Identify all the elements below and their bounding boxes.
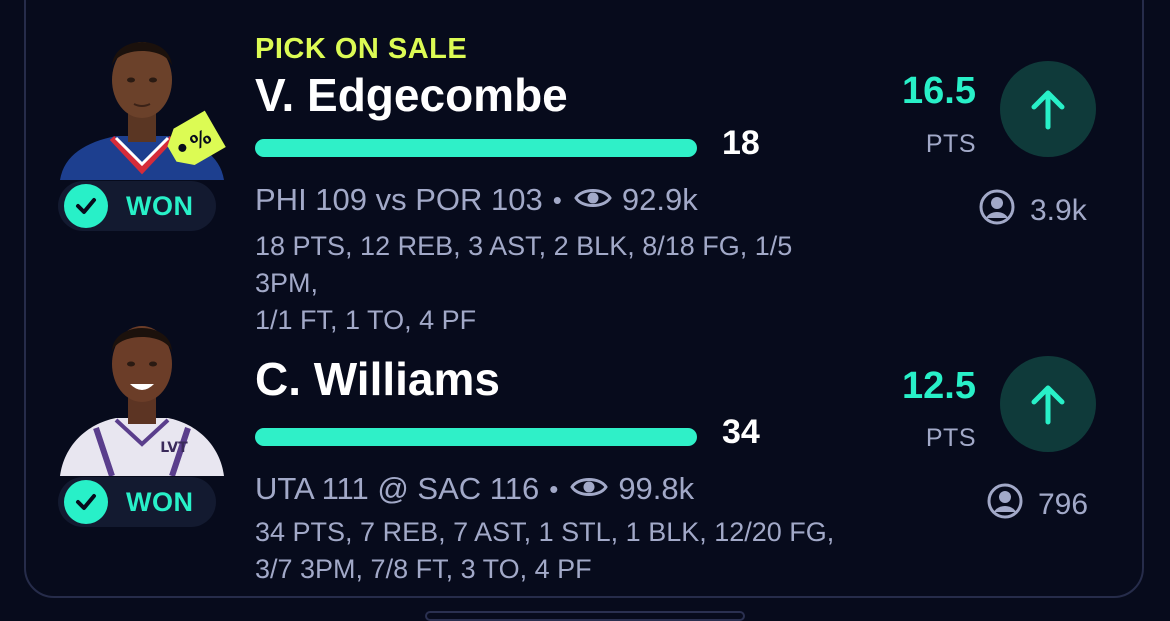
eye-icon bbox=[570, 471, 609, 507]
won-badge: WON bbox=[58, 477, 216, 527]
stat-line: 34 PTS, 7 REB, 7 AST, 1 STL, 1 BLK, 12/2… bbox=[255, 514, 855, 588]
separator-dot: • bbox=[549, 473, 559, 504]
picks-count: 796 bbox=[986, 482, 1088, 528]
picks-count-value: 796 bbox=[1038, 488, 1089, 521]
game-score: UTA 111 @ SAC 116 bbox=[255, 471, 540, 506]
actual-value: 34 bbox=[722, 413, 760, 451]
stat-line-2: 3/7 3PM, 7/8 FT, 3 TO, 4 PF bbox=[255, 554, 592, 584]
line-value: 12.5 bbox=[902, 365, 976, 407]
line-unit: PTS bbox=[925, 424, 976, 452]
game-info: UTA 111 @ SAC 116 • 99.8k bbox=[255, 471, 694, 507]
player-name: C. Williams bbox=[255, 353, 500, 405]
svg-text:LVT: LVT bbox=[160, 440, 188, 456]
pick-row[interactable]: LVT WON C. Williams 34 UTA 111 @ SAC 116… bbox=[0, 0, 1170, 584]
check-icon bbox=[64, 480, 108, 524]
arrow-up-icon bbox=[1031, 385, 1065, 425]
viewer-count: 99.8k bbox=[618, 471, 695, 506]
more-button[interactable] bbox=[1000, 356, 1096, 452]
user-icon bbox=[986, 482, 1024, 528]
stat-line-1: 34 PTS, 7 REB, 7 AST, 1 STL, 1 BLK, 12/2… bbox=[255, 517, 835, 547]
player-avatar: LVT bbox=[56, 306, 228, 476]
progress-bar bbox=[255, 428, 697, 446]
bottom-handle bbox=[425, 611, 745, 621]
stat-line-2: 1/1 FT, 1 TO, 4 PF bbox=[255, 305, 477, 335]
status-label: WON bbox=[126, 486, 194, 517]
